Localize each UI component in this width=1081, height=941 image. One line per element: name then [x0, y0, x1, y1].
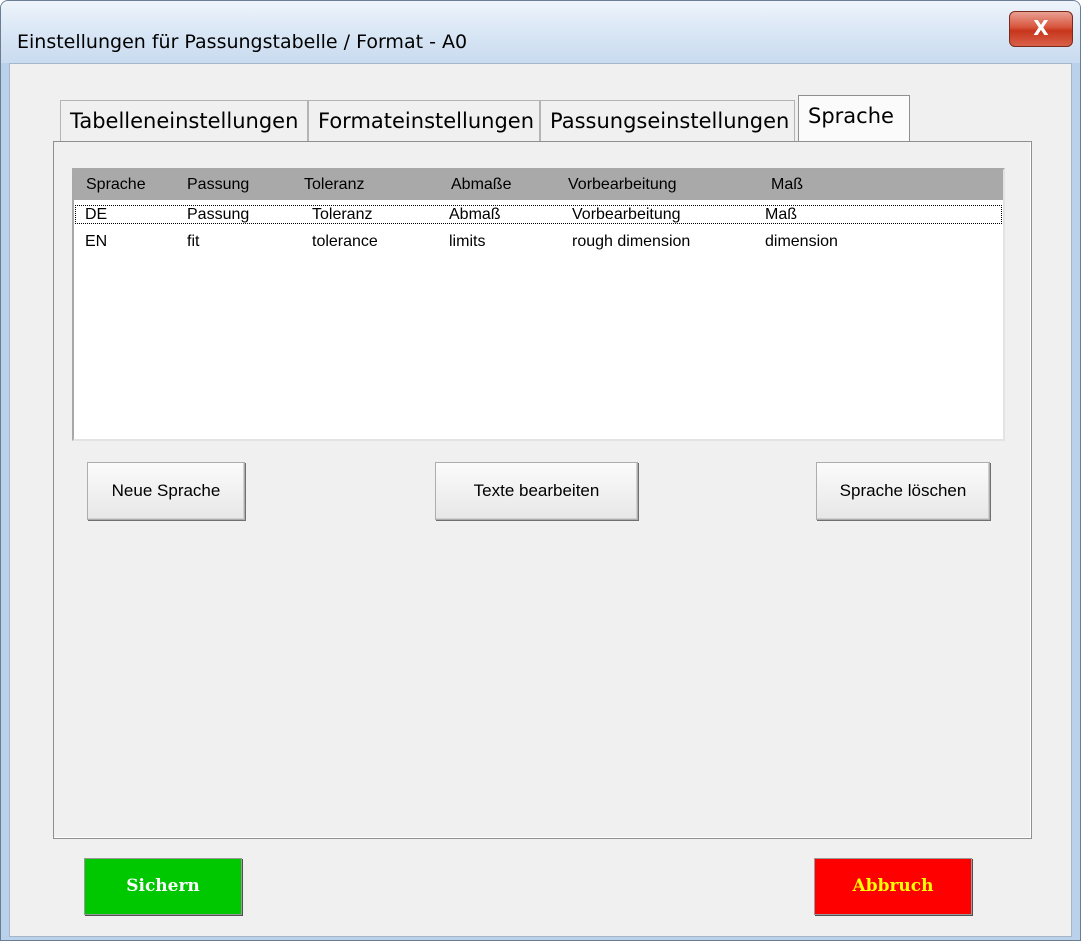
row-cell: DE — [85, 206, 108, 223]
tab-label: Tabelleneinstellungen — [70, 109, 299, 133]
row-cell: Toleranz — [312, 206, 373, 223]
delete-language-button[interactable]: Sprache löschen — [816, 462, 990, 520]
column-header: Abmaße — [451, 176, 512, 193]
row-cell: fit — [187, 233, 200, 250]
list-row[interactable]: DE Passung Toleranz Abmaß Vorbearbeitung… — [75, 205, 1002, 224]
column-header: Maß — [771, 176, 803, 193]
button-label: Sichern — [126, 876, 200, 896]
list-header: Sprache Passung Toleranz Abmaße Vorbearb… — [74, 170, 1003, 200]
column-header: Sprache — [86, 176, 146, 193]
row-cell: rough dimension — [572, 233, 691, 250]
tab-label: Sprache — [808, 104, 894, 128]
close-icon: X — [1033, 16, 1049, 40]
new-language-button[interactable]: Neue Sprache — [87, 462, 245, 520]
close-button[interactable]: X — [1009, 11, 1073, 47]
column-header: Vorbearbeitung — [568, 176, 677, 193]
column-header: Passung — [187, 176, 250, 193]
row-cell: Vorbearbeitung — [572, 206, 681, 223]
list-row[interactable]: EN fit tolerance limits rough dimension … — [75, 232, 1002, 251]
tab-tabelleneinstellungen[interactable]: Tabelleneinstellungen — [60, 100, 308, 142]
window-title: Einstellungen für Passungstabelle / Form… — [17, 31, 468, 53]
edit-texts-button[interactable]: Texte bearbeiten — [435, 462, 638, 520]
button-label: Sprache löschen — [839, 481, 967, 500]
tab-passungseinstellungen[interactable]: Passungseinstellungen — [540, 100, 795, 142]
row-cell: Passung — [187, 206, 250, 223]
button-label: Neue Sprache — [111, 481, 221, 500]
language-list[interactable]: Sprache Passung Toleranz Abmaße Vorbearb… — [72, 168, 1005, 441]
button-label: Abbruch — [852, 876, 934, 896]
tab-label: Formateinstellungen — [318, 109, 535, 133]
cancel-button[interactable]: Abbruch — [814, 858, 972, 915]
dialog-window: Einstellungen für Passungstabelle / Form… — [0, 0, 1081, 941]
row-cell: Maß — [765, 206, 797, 223]
button-label: Texte bearbeiten — [473, 481, 600, 500]
row-cell: EN — [85, 233, 108, 250]
tab-formateinstellungen[interactable]: Formateinstellungen — [308, 100, 540, 142]
save-button[interactable]: Sichern — [84, 858, 242, 915]
tab-label: Passungseinstellungen — [550, 109, 790, 133]
column-header: Toleranz — [304, 176, 365, 193]
title-bar[interactable]: Einstellungen für Passungstabelle / Form… — [1, 1, 1080, 63]
row-cell: Abmaß — [449, 206, 501, 223]
tab-sprache[interactable]: Sprache — [798, 95, 910, 143]
row-cell: dimension — [765, 233, 838, 250]
row-cell: tolerance — [312, 233, 378, 250]
row-cell: limits — [449, 233, 486, 250]
